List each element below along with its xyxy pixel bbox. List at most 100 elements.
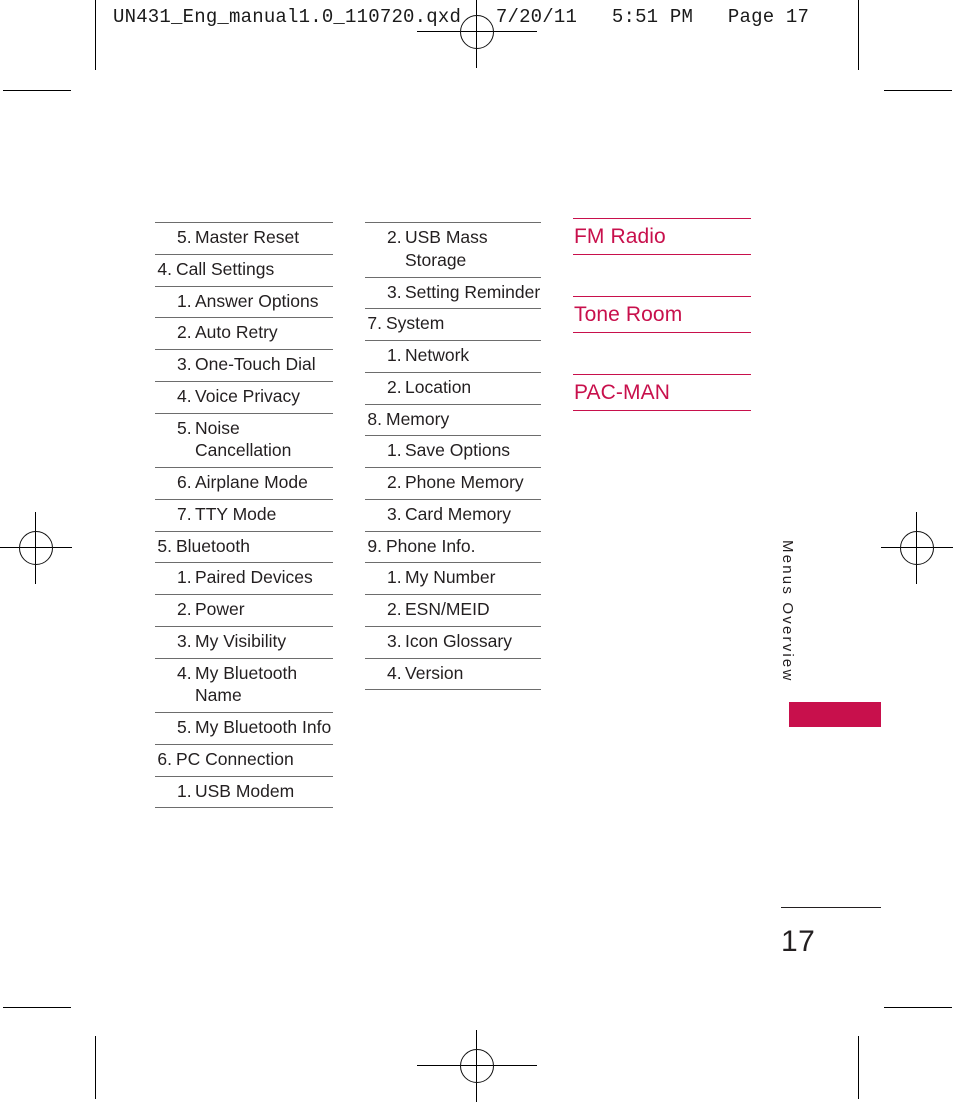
menu-item-label: Answer Options xyxy=(195,290,319,311)
menu-item-label: Version xyxy=(405,662,464,683)
menu-item: 2. USB Mass Storage xyxy=(365,222,541,278)
running-head-accent-bar xyxy=(789,702,881,727)
section-heading: PAC-MAN xyxy=(573,374,751,412)
menu-item: 1. Save Options xyxy=(365,436,541,468)
menu-item: 2. Power xyxy=(155,595,333,627)
running-head-section-title: Menus Overview xyxy=(779,540,796,683)
menu-item: 7. System xyxy=(365,309,541,341)
menu-item-number: 1. xyxy=(177,567,192,588)
menu-item-number: 6. xyxy=(177,472,192,492)
menu-item-number: 2. xyxy=(387,376,402,397)
menu-item-number: 3. xyxy=(387,630,402,651)
menu-item-number: 3. xyxy=(387,503,402,524)
section-heading: FM Radio xyxy=(573,218,751,256)
menu-item: 3. Setting Reminder xyxy=(365,278,541,310)
trim-mark-top-right-horizontal xyxy=(884,90,952,91)
menu-item: 1. Paired Devices xyxy=(155,563,333,595)
trim-mark-top-left-vertical xyxy=(95,0,96,70)
menu-item-label: Voice Privacy xyxy=(195,385,301,406)
menu-item-number: 5. xyxy=(157,535,172,556)
menu-item-number: 5. xyxy=(177,417,192,438)
menu-item-label: Paired Devices xyxy=(195,567,313,588)
menu-item: 5. Bluetooth xyxy=(155,532,333,564)
section-heading: Tone Room xyxy=(573,296,751,334)
menu-item-label: Network xyxy=(405,345,470,365)
menu-item-label: My Number xyxy=(405,567,496,588)
trim-mark-bottom-right-vertical xyxy=(858,1036,859,1099)
menu-item-label: USB Mass Storage xyxy=(405,227,488,270)
menu-item-label: USB Modem xyxy=(195,780,295,801)
menu-item-number: 9. xyxy=(367,535,382,556)
menu-item-label: Location xyxy=(405,376,472,397)
menu-item: 2. Location xyxy=(365,373,541,405)
menu-item-label: Noise Cancellation xyxy=(195,417,292,461)
menu-item-label: Phone Info. xyxy=(386,535,476,556)
menu-item-number: 5. xyxy=(177,227,192,247)
menu-item: 5. My Bluetooth Info xyxy=(155,713,333,745)
menu-item: 5. Master Reset xyxy=(155,222,333,255)
trim-mark-top-right-vertical xyxy=(858,0,859,70)
trim-mark-bottom-right-horizontal xyxy=(884,1007,952,1008)
menu-item: 3. My Visibility xyxy=(155,627,333,659)
menu-item: 2. Auto Retry xyxy=(155,318,333,350)
menu-item-number: 1. xyxy=(387,567,402,588)
menu-item-label: Auto Retry xyxy=(195,322,278,343)
menu-item: 4. My Bluetooth Name xyxy=(155,659,333,713)
menu-item: 2. Phone Memory xyxy=(365,468,541,500)
menu-item: 2. ESN/MEID xyxy=(365,595,541,627)
menu-item-label: PC Connection xyxy=(176,748,294,769)
menu-item-number: 2. xyxy=(177,322,192,343)
menu-column-3: FM Radio Tone Room PAC-MAN xyxy=(573,218,751,412)
menu-item-label: Call Settings xyxy=(176,258,275,279)
menu-item: 3. Card Memory xyxy=(365,500,541,532)
menu-item-number: 1. xyxy=(387,440,402,461)
menu-item: 3. Icon Glossary xyxy=(365,627,541,659)
menu-item-label: TTY Mode xyxy=(195,503,277,524)
menu-item: 5. Noise Cancellation xyxy=(155,414,333,468)
menu-item-number: 1. xyxy=(387,345,402,365)
menu-item-label: Bluetooth xyxy=(176,535,250,556)
menu-item: 6. Airplane Mode xyxy=(155,468,333,500)
menu-item-label: One-Touch Dial xyxy=(195,354,316,374)
menu-item: 1. Answer Options xyxy=(155,287,333,319)
menu-item-number: 1. xyxy=(177,290,192,311)
menu-item: 1. USB Modem xyxy=(155,777,333,809)
menu-item: 4. Call Settings xyxy=(155,255,333,287)
page-number: 17 xyxy=(781,925,816,958)
menu-item-label: My Bluetooth Info xyxy=(195,717,332,737)
trim-mark-bottom-left-vertical xyxy=(95,1036,96,1099)
menu-item-number: 4. xyxy=(177,385,192,406)
menu-item: 1. Network xyxy=(365,341,541,373)
menu-item-number: 4. xyxy=(157,258,172,279)
menu-item-number: 3. xyxy=(177,354,192,374)
menu-item-label: My Bluetooth Name xyxy=(195,662,298,706)
menu-item-number: 2. xyxy=(387,599,402,619)
menu-item-number: 2. xyxy=(177,599,192,619)
menu-item-number: 1. xyxy=(177,780,192,801)
menu-item-label: My Visibility xyxy=(195,630,287,651)
menu-item-label: Power xyxy=(195,599,245,619)
folio-rule xyxy=(781,907,881,908)
menu-column-1: 5. Master Reset 4. Call Settings 1. Answer Op… xyxy=(155,222,333,809)
menu-column-2: 2. USB Mass Storage 3. Setting Reminder 7. Sy… xyxy=(365,222,541,691)
menu-item-number: 2. xyxy=(387,472,402,492)
menu-item-label: Card Memory xyxy=(405,503,511,524)
menu-item-label: ESN/MEID xyxy=(405,599,490,619)
menu-item-label: Memory xyxy=(386,408,450,429)
menu-item: 7. TTY Mode xyxy=(155,500,333,532)
menu-item-number: 4. xyxy=(387,662,402,683)
menu-item-label: Airplane Mode xyxy=(195,472,308,492)
menu-item-label: Icon Glossary xyxy=(405,630,512,651)
menu-item-number: 5. xyxy=(177,717,192,737)
menu-item-number: 7. xyxy=(367,313,382,334)
menu-item-number: 2. xyxy=(387,227,402,247)
heading-spacer xyxy=(573,333,751,374)
trim-mark-top-left-horizontal xyxy=(3,90,71,91)
menu-item: 6. PC Connection xyxy=(155,745,333,777)
menu-item-label: Master Reset xyxy=(195,227,300,247)
trim-mark-bottom-left-horizontal xyxy=(3,1007,71,1008)
menu-item: 4. Version xyxy=(365,659,541,691)
menu-item-number: 4. xyxy=(177,662,192,683)
menu-item-number: 3. xyxy=(177,630,192,651)
menu-item: 3. One-Touch Dial xyxy=(155,350,333,382)
